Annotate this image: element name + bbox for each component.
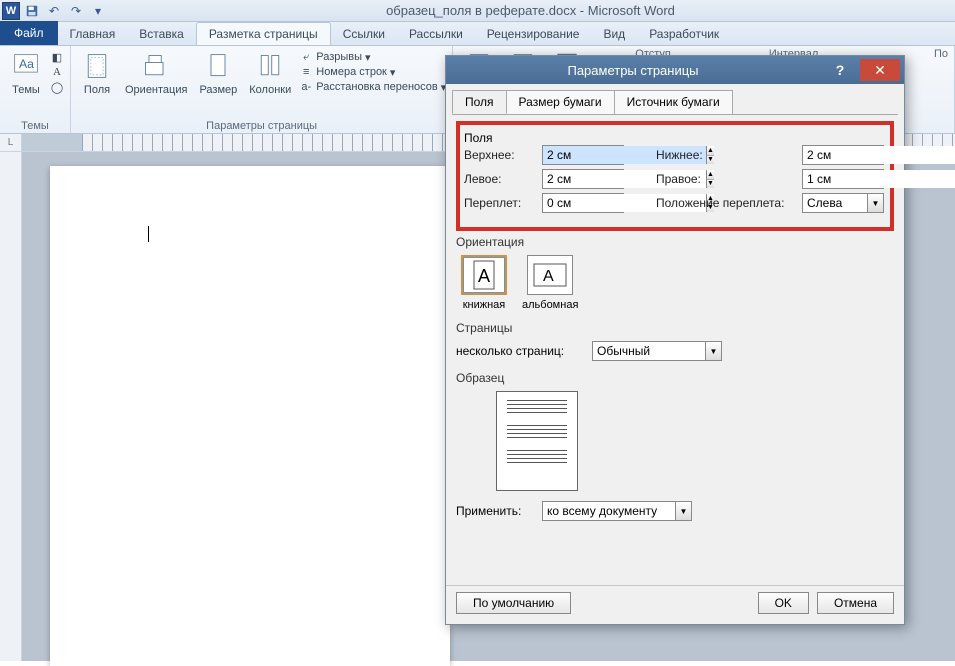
document-page[interactable]	[50, 166, 450, 666]
tab-file[interactable]: Файл	[0, 21, 58, 45]
redo-icon[interactable]: ↷	[66, 2, 86, 20]
size-button[interactable]: Размер	[195, 48, 241, 98]
dialog-titlebar[interactable]: Параметры страницы ? ✕	[446, 56, 904, 84]
dialog-footer: По умолчанию OK Отмена	[446, 585, 904, 624]
preview-image	[496, 391, 578, 491]
tab-developer[interactable]: Разработчик	[637, 23, 731, 45]
close-button[interactable]: ✕	[860, 59, 900, 81]
page-setup-extras: ⤶Разрывы ▾ ≡Номера строк ▾ a-Расстановка…	[299, 50, 446, 94]
page-setup-dialog: Параметры страницы ? ✕ Поля Размер бумаг…	[445, 55, 905, 625]
line-numbers-icon: ≡	[299, 65, 313, 79]
tab-references[interactable]: Ссылки	[331, 23, 397, 45]
right-margin-input[interactable]: ▲▼	[802, 169, 884, 189]
columns-icon	[254, 50, 286, 82]
columns-button[interactable]: Колонки	[245, 48, 295, 98]
tab-home[interactable]: Главная	[58, 23, 128, 45]
orientation-icon	[140, 50, 172, 82]
top-margin-label: Верхнее:	[464, 148, 536, 162]
default-button[interactable]: По умолчанию	[456, 592, 571, 614]
themes-extras: ◧ A ◯	[50, 50, 64, 94]
svg-text:Aa: Aa	[19, 57, 34, 71]
bottom-margin-input[interactable]: ▲▼	[802, 145, 884, 165]
landscape-option[interactable]: A альбомная	[522, 255, 578, 311]
orientation-section: Ориентация A книжная A альбомная	[456, 235, 894, 311]
chevron-down-icon[interactable]: ▼	[867, 194, 883, 212]
gutter-input[interactable]: ▲▼	[542, 193, 624, 213]
right-margin-label: Правое:	[656, 172, 796, 186]
left-margin-label: Левое:	[464, 172, 536, 186]
theme-colors-icon[interactable]: ◧	[50, 50, 64, 64]
dialog-title: Параметры страницы	[446, 63, 820, 78]
left-margin-input[interactable]: ▲▼	[542, 169, 624, 189]
tab-insert[interactable]: Вставка	[127, 23, 196, 45]
themes-button[interactable]: Aa Темы	[6, 48, 46, 98]
line-numbers-button[interactable]: ≡Номера строк ▾	[299, 65, 446, 79]
apply-to-label: Применить:	[456, 504, 536, 518]
preview-section: Образец	[456, 371, 894, 491]
bottom-margin-label: Нижнее:	[656, 148, 796, 162]
undo-icon[interactable]: ↶	[44, 2, 64, 20]
group-themes: Aa Темы ◧ A ◯ Темы	[0, 46, 71, 133]
margins-legend: Поля	[464, 131, 886, 145]
ribbon-extra: По	[934, 48, 948, 60]
dialog-tab-margins[interactable]: Поля	[452, 90, 507, 114]
gutter-label: Переплет:	[464, 196, 536, 210]
breaks-icon: ⤶	[299, 50, 313, 64]
tab-mailings[interactable]: Рассылки	[397, 23, 475, 45]
ok-button[interactable]: OK	[758, 592, 809, 614]
ruler-corner: L	[0, 134, 22, 151]
portrait-option[interactable]: A книжная	[456, 255, 512, 311]
gutter-pos-combo[interactable]: Слева▼	[802, 193, 884, 213]
dialog-body: Поля Верхнее: ▲▼ Нижнее: ▲▼ Левое: ▲▼ Пр…	[446, 115, 904, 531]
landscape-icon: A	[527, 255, 573, 295]
quick-access-toolbar: ↶ ↷ ▾	[22, 2, 108, 20]
chevron-down-icon[interactable]: ▼	[705, 342, 721, 360]
ruler-vertical[interactable]	[0, 152, 22, 661]
size-icon	[202, 50, 234, 82]
portrait-icon: A	[461, 255, 507, 295]
text-cursor	[148, 226, 149, 242]
margins-highlight-box: Поля Верхнее: ▲▼ Нижнее: ▲▼ Левое: ▲▼ Пр…	[456, 121, 894, 231]
margins-button[interactable]: Поля	[77, 48, 117, 98]
themes-icon: Aa	[10, 50, 42, 82]
pages-section: Страницы несколько страниц: Обычный▼	[456, 321, 894, 361]
apply-to-combo[interactable]: ко всему документу▼	[542, 501, 692, 521]
orientation-button[interactable]: Ориентация	[121, 48, 191, 98]
dialog-tabs: Поля Размер бумаги Источник бумаги	[446, 84, 904, 114]
hyphenation-icon: a-	[299, 80, 313, 94]
word-icon: W	[2, 2, 20, 20]
tab-page-layout[interactable]: Разметка страницы	[196, 22, 331, 45]
hyphenation-button[interactable]: a-Расстановка переносов ▾	[299, 80, 446, 94]
dialog-tab-source[interactable]: Источник бумаги	[614, 90, 733, 114]
theme-effects-icon[interactable]: ◯	[50, 80, 64, 94]
cancel-button[interactable]: Отмена	[817, 592, 894, 614]
dialog-tab-paper[interactable]: Размер бумаги	[506, 90, 615, 114]
svg-text:A: A	[478, 266, 490, 286]
chevron-down-icon[interactable]: ▼	[675, 502, 691, 520]
top-margin-input[interactable]: ▲▼	[542, 145, 624, 165]
svg-text:A: A	[543, 268, 554, 285]
gutter-pos-label: Положение переплета:	[656, 196, 796, 210]
margins-icon	[81, 50, 113, 82]
multi-pages-combo[interactable]: Обычный▼	[592, 341, 722, 361]
title-bar: W ↶ ↷ ▾ образец_поля в реферате.docx - M…	[0, 0, 955, 22]
tab-review[interactable]: Рецензирование	[475, 23, 592, 45]
ribbon-tabs: Файл Главная Вставка Разметка страницы С…	[0, 22, 955, 46]
theme-fonts-icon[interactable]: A	[50, 65, 64, 79]
help-button[interactable]: ?	[820, 59, 860, 81]
group-page-setup: Поля Ориентация Размер Колонки ⤶Разрывы …	[71, 46, 453, 133]
document-title: образец_поля в реферате.docx - Microsoft…	[108, 3, 953, 18]
tab-view[interactable]: Вид	[591, 23, 637, 45]
multi-pages-label: несколько страниц:	[456, 344, 586, 358]
breaks-button[interactable]: ⤶Разрывы ▾	[299, 50, 446, 64]
save-icon[interactable]	[22, 2, 42, 20]
qat-dropdown-icon[interactable]: ▾	[88, 2, 108, 20]
